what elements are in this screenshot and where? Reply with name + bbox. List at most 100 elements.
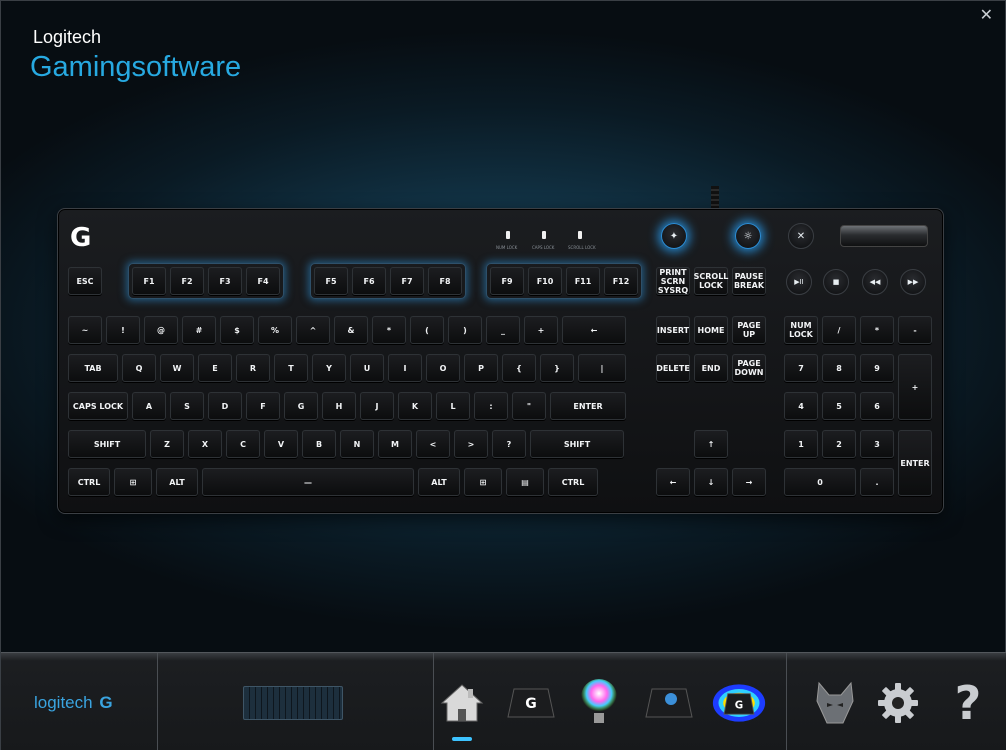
key-row4[interactable]: >	[454, 430, 488, 458]
key-numpad[interactable]: 4	[784, 392, 818, 420]
key-numpad[interactable]: 0	[784, 468, 856, 496]
key-row1[interactable]: ^	[296, 316, 330, 344]
key-nav[interactable]: DELETE	[656, 354, 690, 382]
key-row5[interactable]: ⊞	[114, 468, 152, 496]
key-row2[interactable]: }	[540, 354, 574, 382]
key-row5[interactable]: CTRL	[548, 468, 598, 496]
settings-gear-icon[interactable]	[870, 675, 926, 731]
key-row5[interactable]: ⊞	[464, 468, 502, 496]
play-pause-button[interactable]: ▶II	[786, 269, 812, 295]
key-row4[interactable]: X	[188, 430, 222, 458]
key-row2[interactable]: U	[350, 354, 384, 382]
key-row4[interactable]: Z	[150, 430, 184, 458]
key-nav[interactable]: INSERT	[656, 316, 690, 344]
key-row3[interactable]: CAPS LOCK	[68, 392, 128, 420]
key-nav[interactable]: END	[694, 354, 728, 382]
key-row3[interactable]: H	[322, 392, 356, 420]
close-icon[interactable]: ✕	[980, 5, 993, 24]
key-numpad[interactable]: 8	[822, 354, 856, 382]
key-arrow-right[interactable]: →	[732, 468, 766, 496]
heatmap-icon[interactable]: G	[711, 675, 767, 731]
help-icon[interactable]: ?	[940, 675, 996, 731]
game-mode-button[interactable]: ✦	[661, 223, 687, 249]
key-numpad[interactable]: 2	[822, 430, 856, 458]
key-row2[interactable]: {	[502, 354, 536, 382]
key-row1[interactable]: (	[410, 316, 444, 344]
key-row2[interactable]: T	[274, 354, 308, 382]
key-numpad[interactable]: 1	[784, 430, 818, 458]
key-row1[interactable]: &	[334, 316, 368, 344]
key-numpad[interactable]: 7	[784, 354, 818, 382]
prev-track-button[interactable]: ◀◀	[862, 269, 888, 295]
key-f2[interactable]: F2	[170, 267, 204, 295]
key-row3[interactable]: G	[284, 392, 318, 420]
key-numpad[interactable]: /	[822, 316, 856, 344]
key-row5[interactable]: ALT	[156, 468, 198, 496]
key-row4[interactable]: V	[264, 430, 298, 458]
key-row3[interactable]: L	[436, 392, 470, 420]
next-track-button[interactable]: ▶▶	[900, 269, 926, 295]
key-row3[interactable]: :	[474, 392, 508, 420]
key-esc[interactable]: ESC	[68, 267, 102, 295]
key-row5[interactable]: ▤	[506, 468, 544, 496]
key-nav-top[interactable]: SCROLL LOCK	[694, 267, 728, 295]
key-row4[interactable]: B	[302, 430, 336, 458]
key-f1[interactable]: F1	[132, 267, 166, 295]
commands-key-icon[interactable]	[641, 675, 697, 731]
key-f7[interactable]: F7	[390, 267, 424, 295]
key-row4[interactable]: ?	[492, 430, 526, 458]
key-row3[interactable]: ENTER	[550, 392, 626, 420]
key-numpad[interactable]: +	[898, 354, 932, 420]
key-row1[interactable]: _	[486, 316, 520, 344]
key-numpad[interactable]: -	[898, 316, 932, 344]
key-row1[interactable]: *	[372, 316, 406, 344]
key-row2[interactable]: I	[388, 354, 422, 382]
key-f5[interactable]: F5	[314, 267, 348, 295]
key-row1[interactable]: )	[448, 316, 482, 344]
key-f6[interactable]: F6	[352, 267, 386, 295]
key-row2[interactable]: Y	[312, 354, 346, 382]
key-row4[interactable]: N	[340, 430, 374, 458]
key-row3[interactable]: A	[132, 392, 166, 420]
key-nav[interactable]: PAGE UP	[732, 316, 766, 344]
key-numpad[interactable]: ENTER	[898, 430, 932, 496]
key-f10[interactable]: F10	[528, 267, 562, 295]
key-f9[interactable]: F9	[490, 267, 524, 295]
key-numpad[interactable]: 5	[822, 392, 856, 420]
key-row3[interactable]: J	[360, 392, 394, 420]
backlight-button[interactable]: ☼	[735, 223, 761, 249]
key-numpad[interactable]: 9	[860, 354, 894, 382]
lighting-bulb-icon[interactable]	[571, 675, 627, 731]
key-nav-top[interactable]: PAUSE BREAK	[732, 267, 766, 295]
key-f3[interactable]: F3	[208, 267, 242, 295]
stop-button[interactable]: ■	[823, 269, 849, 295]
key-row2[interactable]: E	[198, 354, 232, 382]
key-row3[interactable]: K	[398, 392, 432, 420]
key-row2[interactable]: W	[160, 354, 194, 382]
g-key-customize-icon[interactable]: G	[503, 675, 559, 731]
key-row2[interactable]: R	[236, 354, 270, 382]
key-row4[interactable]: M	[378, 430, 412, 458]
key-arrow-down[interactable]: ↓	[694, 468, 728, 496]
key-row3[interactable]: "	[512, 392, 546, 420]
key-numpad[interactable]: 3	[860, 430, 894, 458]
key-row2[interactable]: P	[464, 354, 498, 382]
key-arrow-up[interactable]: ↑	[694, 430, 728, 458]
key-row3[interactable]: S	[170, 392, 204, 420]
key-nav-top[interactable]: PRINT SCRN SYSRQ	[656, 267, 690, 295]
key-row1[interactable]: ~	[68, 316, 102, 344]
key-numpad[interactable]: *	[860, 316, 894, 344]
key-row4[interactable]: C	[226, 430, 260, 458]
key-row2[interactable]: Q	[122, 354, 156, 382]
key-numpad[interactable]: NUM LOCK	[784, 316, 818, 344]
volume-roller[interactable]	[840, 225, 928, 247]
key-space[interactable]: —	[202, 468, 414, 496]
key-f12[interactable]: F12	[604, 267, 638, 295]
key-row1[interactable]: @	[144, 316, 178, 344]
key-row1[interactable]: %	[258, 316, 292, 344]
key-row4[interactable]: <	[416, 430, 450, 458]
key-row2[interactable]: |	[578, 354, 626, 382]
key-f4[interactable]: F4	[246, 267, 280, 295]
key-row3[interactable]: F	[246, 392, 280, 420]
key-row4[interactable]: SHIFT	[68, 430, 146, 458]
